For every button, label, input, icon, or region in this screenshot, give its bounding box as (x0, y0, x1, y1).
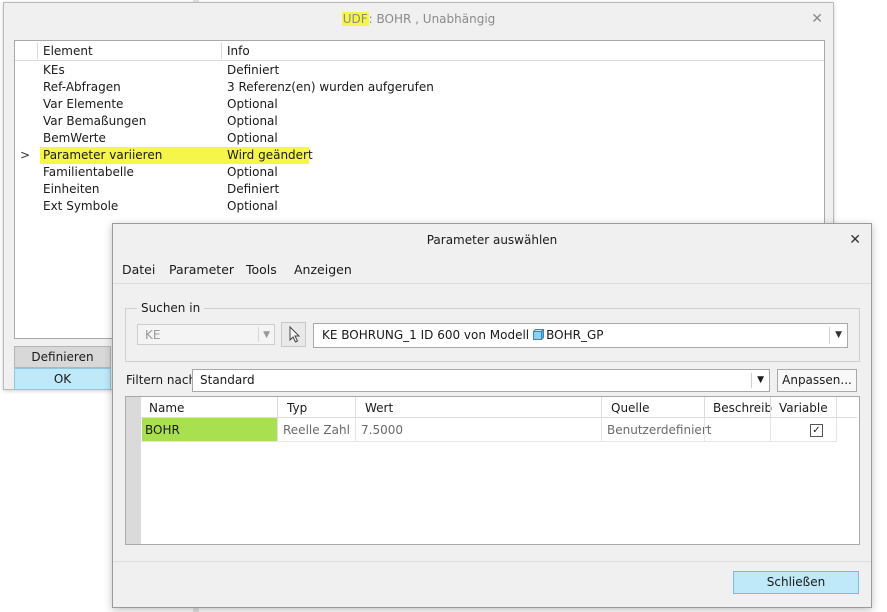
element-info: 3 Referenz(en) wurden aufgerufen (227, 80, 434, 94)
element-name: Parameter variieren (43, 148, 163, 162)
column-header-description[interactable]: Beschreib (713, 397, 772, 417)
filter-label: Filtern nach (126, 373, 197, 387)
close-icon[interactable]: ✕ (849, 231, 861, 249)
pick-feature-button[interactable] (281, 322, 306, 347)
chevron-down-icon: ▼ (757, 375, 764, 385)
menu-datei[interactable]: Datei (122, 257, 155, 283)
define-button[interactable]: Definieren (14, 346, 111, 368)
ok-button[interactable]: OK (14, 368, 111, 390)
udf-title-rest: : BOHR , Unabhängig (368, 12, 496, 26)
part-model-icon (533, 329, 545, 340)
element-name: Einheiten (43, 182, 100, 196)
column-separator (277, 397, 278, 417)
cell-separator (836, 418, 837, 441)
chevron-down-icon: ▼ (263, 330, 270, 340)
column-header-element[interactable]: Element (43, 41, 93, 60)
udf-close-icon[interactable]: ✕ (811, 10, 823, 28)
element-name: Ext Symbole (43, 199, 119, 213)
row-selector-gutter (126, 397, 141, 544)
variable-checkbox[interactable]: ✓ (810, 424, 823, 437)
column-header-type[interactable]: Typ (287, 397, 307, 417)
udf-dialog-title: UDF: BOHR , Unabhängig (4, 3, 833, 35)
udf-row-var-elemente[interactable]: Var Elemente Optional (15, 96, 824, 113)
menu-parameter[interactable]: Parameter (169, 257, 234, 283)
element-name: Ref-Abfragen (43, 80, 121, 94)
cursor-arrow-icon (289, 325, 301, 343)
element-name: Var Bemaßungen (43, 114, 147, 128)
column-separator (836, 397, 837, 417)
cell-separator (770, 418, 771, 441)
footer-divider (113, 561, 871, 562)
element-name: Familientabelle (43, 165, 134, 179)
customize-button[interactable]: Anpassen... (777, 369, 857, 392)
element-info: Definiert (227, 63, 280, 77)
element-info: Optional (227, 114, 278, 128)
udf-row-parameter-variieren[interactable]: > Parameter variieren Wird geändert (15, 147, 824, 164)
element-info: Wird geändert (227, 148, 313, 162)
column-separator (355, 397, 356, 417)
menu-tools[interactable]: Tools (246, 257, 277, 283)
model-name: BOHR_GP (546, 328, 604, 342)
udf-row-bemwerte[interactable]: BemWerte Optional (15, 130, 824, 147)
column-separator (221, 42, 222, 59)
cell-separator (277, 418, 278, 441)
param-value[interactable]: 7.5000 (361, 418, 403, 441)
column-separator (770, 397, 771, 417)
cell-separator (704, 418, 705, 441)
dropdown-separator (751, 373, 752, 388)
feature-select[interactable]: KE BOHRUNG_1 ID 600 von Modell BOHR_GP ▼ (313, 323, 848, 348)
udf-row-einheiten[interactable]: Einheiten Definiert (15, 181, 824, 198)
column-separator (37, 42, 38, 59)
checkmark-icon: ✓ (812, 425, 821, 436)
udf-row-familientabelle[interactable]: Familientabelle Optional (15, 164, 824, 181)
element-info: Optional (227, 131, 278, 145)
param-type: Reelle Zahl (283, 423, 350, 437)
column-header-value[interactable]: Wert (365, 397, 393, 417)
column-separator (601, 397, 602, 417)
column-header-source[interactable]: Quelle (611, 397, 649, 417)
cell-separator (355, 418, 356, 441)
column-header-variable[interactable]: Variable (779, 397, 828, 417)
chevron-down-icon: ▼ (835, 330, 842, 340)
menu-bar: Datei Parameter Tools Anzeigen (113, 257, 871, 284)
element-info: Optional (227, 199, 278, 213)
cell-separator (601, 418, 602, 441)
udf-row-ext-symbole[interactable]: Ext Symbole Optional (15, 198, 824, 215)
table-row (141, 441, 837, 442)
column-header-info[interactable]: Info (227, 41, 250, 60)
element-name: BemWerte (43, 131, 106, 145)
scope-value: KE (145, 328, 161, 342)
feature-text: KE BOHRUNG_1 ID 600 von Modell (322, 328, 530, 342)
parameter-select-dialog: Parameter auswählen ✕ Datei Parameter To… (112, 223, 872, 608)
element-name: Var Elemente (43, 97, 124, 111)
column-header-name[interactable]: Name (149, 397, 184, 417)
scope-select[interactable]: KE ▼ (137, 324, 275, 345)
dropdown-separator (258, 327, 259, 342)
element-name: KEs (43, 63, 65, 77)
udf-list-header: Element Info (15, 41, 824, 61)
parameter-table: Name Typ Wert Quelle Beschreib Variable … (125, 396, 860, 545)
element-info: Optional (227, 165, 278, 179)
close-button[interactable]: Schließen (733, 571, 859, 594)
param-source: Benutzerdefiniert (607, 423, 712, 437)
menu-anzeigen[interactable]: Anzeigen (294, 257, 352, 283)
parameter-dialog-title: Parameter auswählen (426, 233, 558, 247)
filter-select[interactable]: Standard ▼ (192, 369, 770, 392)
selected-row-marker: > (20, 148, 31, 162)
element-info: Definiert (227, 182, 280, 196)
udf-row-ref-abfragen[interactable]: Ref-Abfragen 3 Referenz(en) wurden aufge… (15, 79, 824, 96)
udf-row-var-bemassungen[interactable]: Var Bemaßungen Optional (15, 113, 824, 130)
udf-row-kes[interactable]: KEs Definiert (15, 62, 824, 79)
filter-value: Standard (200, 373, 255, 387)
column-separator (704, 397, 705, 417)
param-name[interactable]: BOHR (145, 418, 180, 441)
search-in-label: Suchen in (137, 300, 205, 316)
element-info: Optional (227, 97, 278, 111)
table-header: Name Typ Wert Quelle Beschreib Variable (141, 397, 857, 418)
dropdown-separator (829, 327, 830, 344)
udf-title-prefix: UDF (341, 12, 369, 26)
